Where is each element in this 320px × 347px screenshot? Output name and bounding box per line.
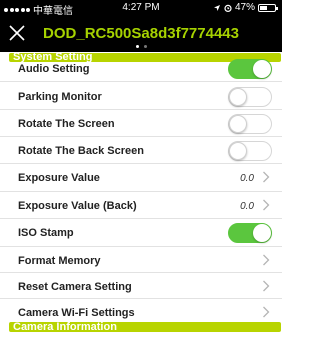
setting-row-rotate-the-screen: Rotate The Screen — [0, 111, 282, 137]
setting-row-reset-camera-setting[interactable]: Reset Camera Setting — [0, 274, 282, 299]
setting-label: Exposure Value (Back) — [18, 200, 137, 212]
page-dot-1 — [135, 45, 139, 48]
iso-stamp-toggle[interactable] — [228, 223, 272, 243]
title-bar: DOD_RC500Sa8d3f7774443 — [0, 16, 282, 52]
setting-row-parking-monitor: Parking Monitor — [0, 84, 282, 110]
setting-label: ISO Stamp — [18, 227, 74, 239]
setting-row-iso-stamp: ISO Stamp — [0, 220, 282, 247]
page-indicator — [0, 45, 282, 48]
page-dot-2 — [143, 45, 147, 48]
setting-label: Rotate The Back Screen — [18, 145, 144, 157]
chevron-right-icon — [262, 254, 270, 266]
status-bar: 中華電信 4:27 PM 47% — [0, 0, 282, 17]
audio-setting-toggle[interactable] — [228, 59, 272, 79]
toggle-knob — [253, 60, 271, 78]
setting-label: Reset Camera Setting — [18, 281, 132, 293]
toggle-knob — [229, 142, 247, 160]
location-icon — [213, 4, 220, 11]
setting-row-rotate-the-back-screen: Rotate The Back Screen — [0, 138, 282, 164]
setting-row-exposure-value[interactable]: Exposure Value 0.0 — [0, 165, 282, 192]
status-right: 47% — [213, 2, 278, 13]
setting-row-format-memory[interactable]: Format Memory — [0, 248, 282, 273]
chevron-right-icon — [262, 199, 270, 211]
battery-percent: 47% — [234, 2, 255, 13]
setting-row-audio-setting: Audio Setting — [0, 56, 282, 82]
toggle-knob — [229, 115, 247, 133]
exposure-value-back-value: 0.0 — [240, 201, 254, 212]
setting-row-exposure-value-back[interactable]: Exposure Value (Back) 0.0 — [0, 193, 282, 219]
chevron-right-icon — [262, 171, 270, 183]
setting-label: Parking Monitor — [18, 91, 102, 103]
chevron-right-icon — [262, 280, 270, 292]
toggle-knob — [229, 88, 247, 106]
parking-monitor-toggle[interactable] — [228, 87, 272, 107]
setting-row-camera-wi-fi-settings[interactable]: Camera Wi-Fi Settings — [0, 300, 282, 322]
setting-label: Format Memory — [18, 255, 101, 267]
rotate-the-screen-toggle[interactable] — [228, 114, 272, 134]
rotate-the-back-screen-toggle[interactable] — [228, 141, 272, 161]
page-title: DOD_RC500Sa8d3f7774443 — [43, 25, 239, 42]
setting-label: Rotate The Screen — [18, 118, 115, 130]
chevron-right-icon — [262, 306, 270, 318]
setting-label: Audio Setting — [18, 63, 90, 75]
toggle-knob — [253, 224, 271, 242]
exposure-value-value: 0.0 — [240, 173, 254, 184]
alarm-icon — [224, 4, 232, 12]
battery-icon — [258, 3, 278, 12]
section-header-camera-information: Camera Information — [9, 322, 281, 333]
setting-label: Exposure Value — [18, 172, 100, 184]
setting-label: Camera Wi-Fi Settings — [18, 307, 135, 319]
